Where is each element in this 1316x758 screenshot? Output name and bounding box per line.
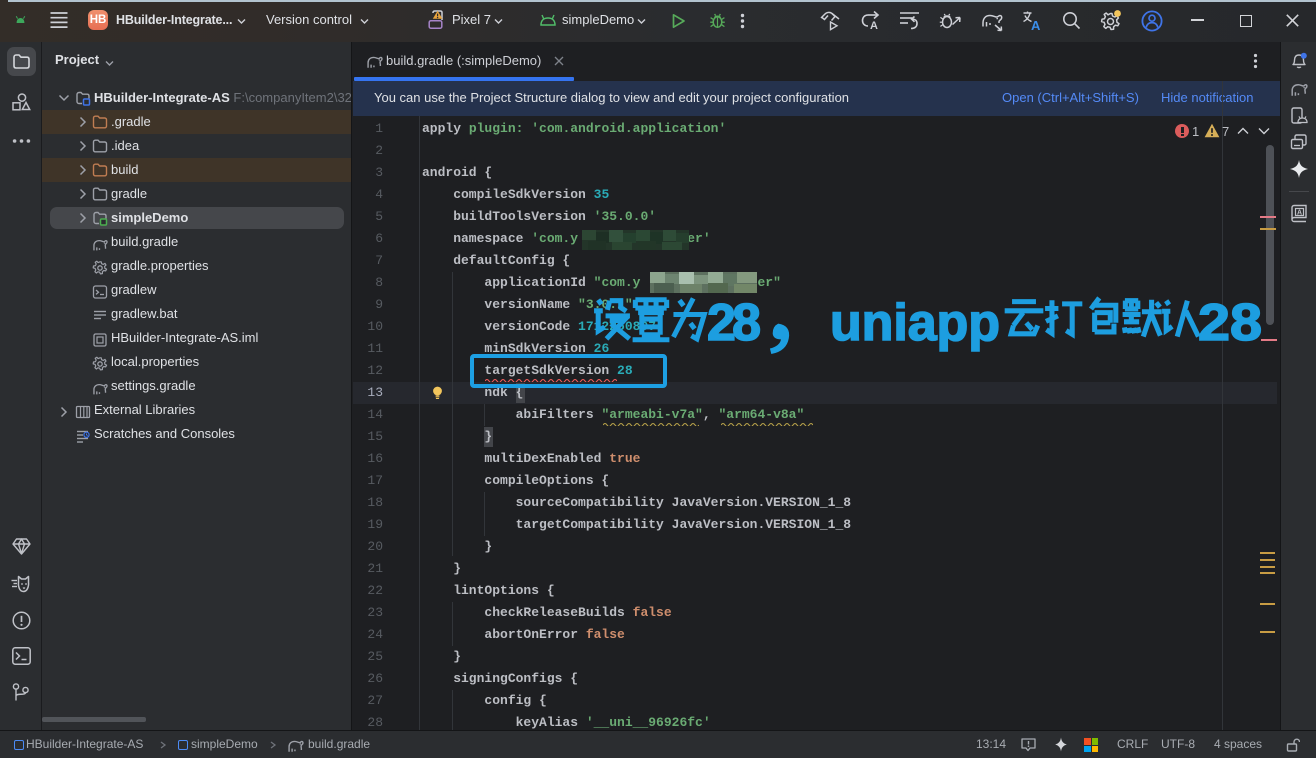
svg-text:A: A	[1297, 210, 1302, 217]
svg-text:uniapp: uniapp	[830, 295, 1000, 352]
svg-text:28: 28	[1198, 295, 1262, 352]
svg-text:A: A	[870, 20, 878, 32]
svg-text:A: A	[1031, 18, 1041, 31]
svg-text:28: 28	[707, 295, 761, 352]
